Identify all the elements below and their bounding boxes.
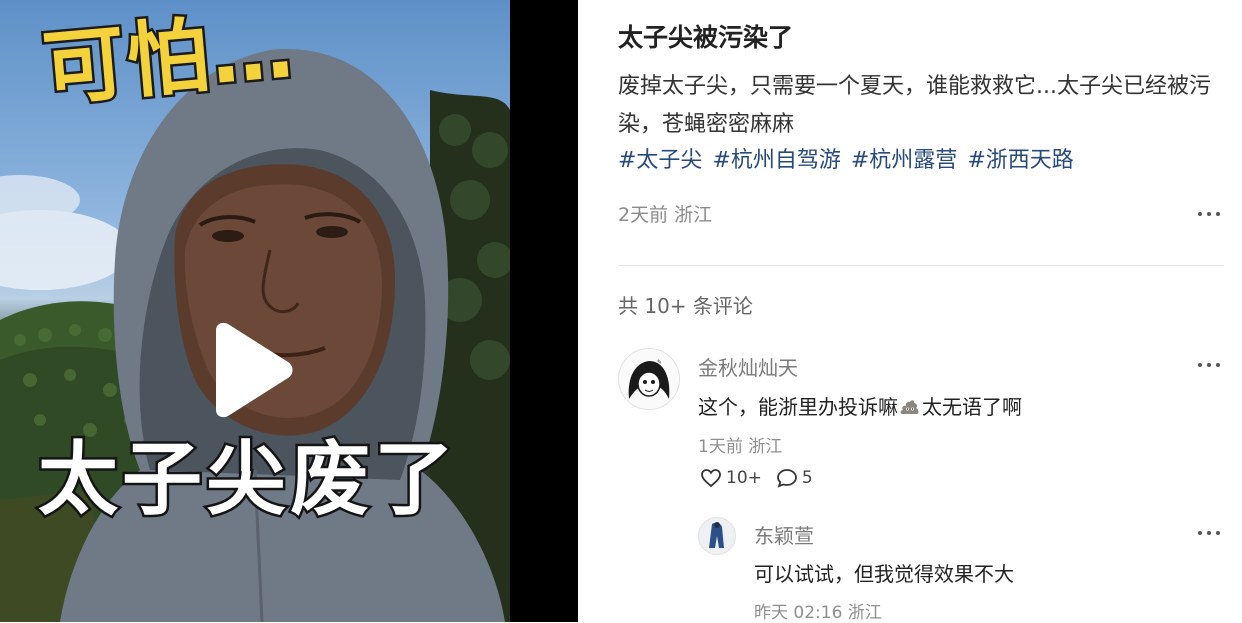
tag-link[interactable]: #浙西天路 xyxy=(967,143,1073,179)
heart-icon xyxy=(701,469,721,488)
post-body: 废掉太子尖，只需要一个夏天，谁能救救它...太子尖已经被污染，苍蝇密密麻麻 xyxy=(618,74,1211,137)
comment-meta: 1天前 浙江 xyxy=(698,437,783,457)
like-button[interactable]: 10+ xyxy=(700,468,762,488)
video-cover[interactable]: 可怕… 太子尖废了 xyxy=(0,0,510,622)
post-title: 太子尖被污染了 xyxy=(618,23,794,52)
comment-more-icon[interactable] xyxy=(1196,358,1226,372)
comment-text: 这个，能浙里办投诉嘛 太无语了啊 xyxy=(698,391,1022,420)
comment-author[interactable]: 金秋灿灿天 xyxy=(698,352,798,381)
post-tags: #太子尖 #杭州自驾游 #杭州露营 #浙西天路 xyxy=(618,143,1074,179)
comment-more-icon[interactable] xyxy=(1196,526,1226,540)
tag-link[interactable]: #太子尖 xyxy=(618,143,702,179)
avatar-figure-icon xyxy=(699,518,735,554)
play-icon[interactable] xyxy=(198,320,298,420)
video-overlay-caption-bottom: 太子尖废了 xyxy=(36,433,458,526)
video-overlay-caption-top: 可怕… xyxy=(37,0,301,120)
post-meta: 2天前 浙江 xyxy=(618,204,713,226)
black-divider xyxy=(510,0,578,622)
avatar-cartoon-icon: ✎ xyxy=(619,349,679,409)
like-count: 10+ xyxy=(726,468,762,488)
comment-text: 可以试试，但我觉得效果不大 xyxy=(754,562,1014,586)
comment-meta: 昨天 02:16 浙江 xyxy=(754,603,882,623)
comment-actions: 10+ 5 xyxy=(700,468,813,488)
reply-count: 5 xyxy=(801,468,813,488)
comment-text-part: 太无语了啊 xyxy=(922,395,1022,419)
comment-count: 共 10+ 条评论 xyxy=(618,294,753,318)
comment-text-part: 这个，能浙里办投诉嘛 xyxy=(698,395,898,419)
comment-author[interactable]: 东颖萱 xyxy=(754,520,814,549)
tag-link[interactable]: #杭州自驾游 xyxy=(712,143,840,179)
avatar[interactable] xyxy=(698,517,736,555)
tag-link[interactable]: #杭州露营 xyxy=(851,143,957,179)
reply-button[interactable]: 5 xyxy=(776,468,813,488)
avatar[interactable]: ✎ xyxy=(618,348,680,410)
poop-emoji-icon xyxy=(900,399,919,414)
post-more-icon[interactable] xyxy=(1196,207,1226,221)
svg-text:✎: ✎ xyxy=(657,359,662,366)
comment-bubble-icon xyxy=(776,469,797,488)
divider xyxy=(618,265,1224,266)
post-detail: 太子尖被污染了 废掉太子尖，只需要一个夏天，谁能救救它...太子尖已经被污染，苍… xyxy=(618,0,1226,623)
